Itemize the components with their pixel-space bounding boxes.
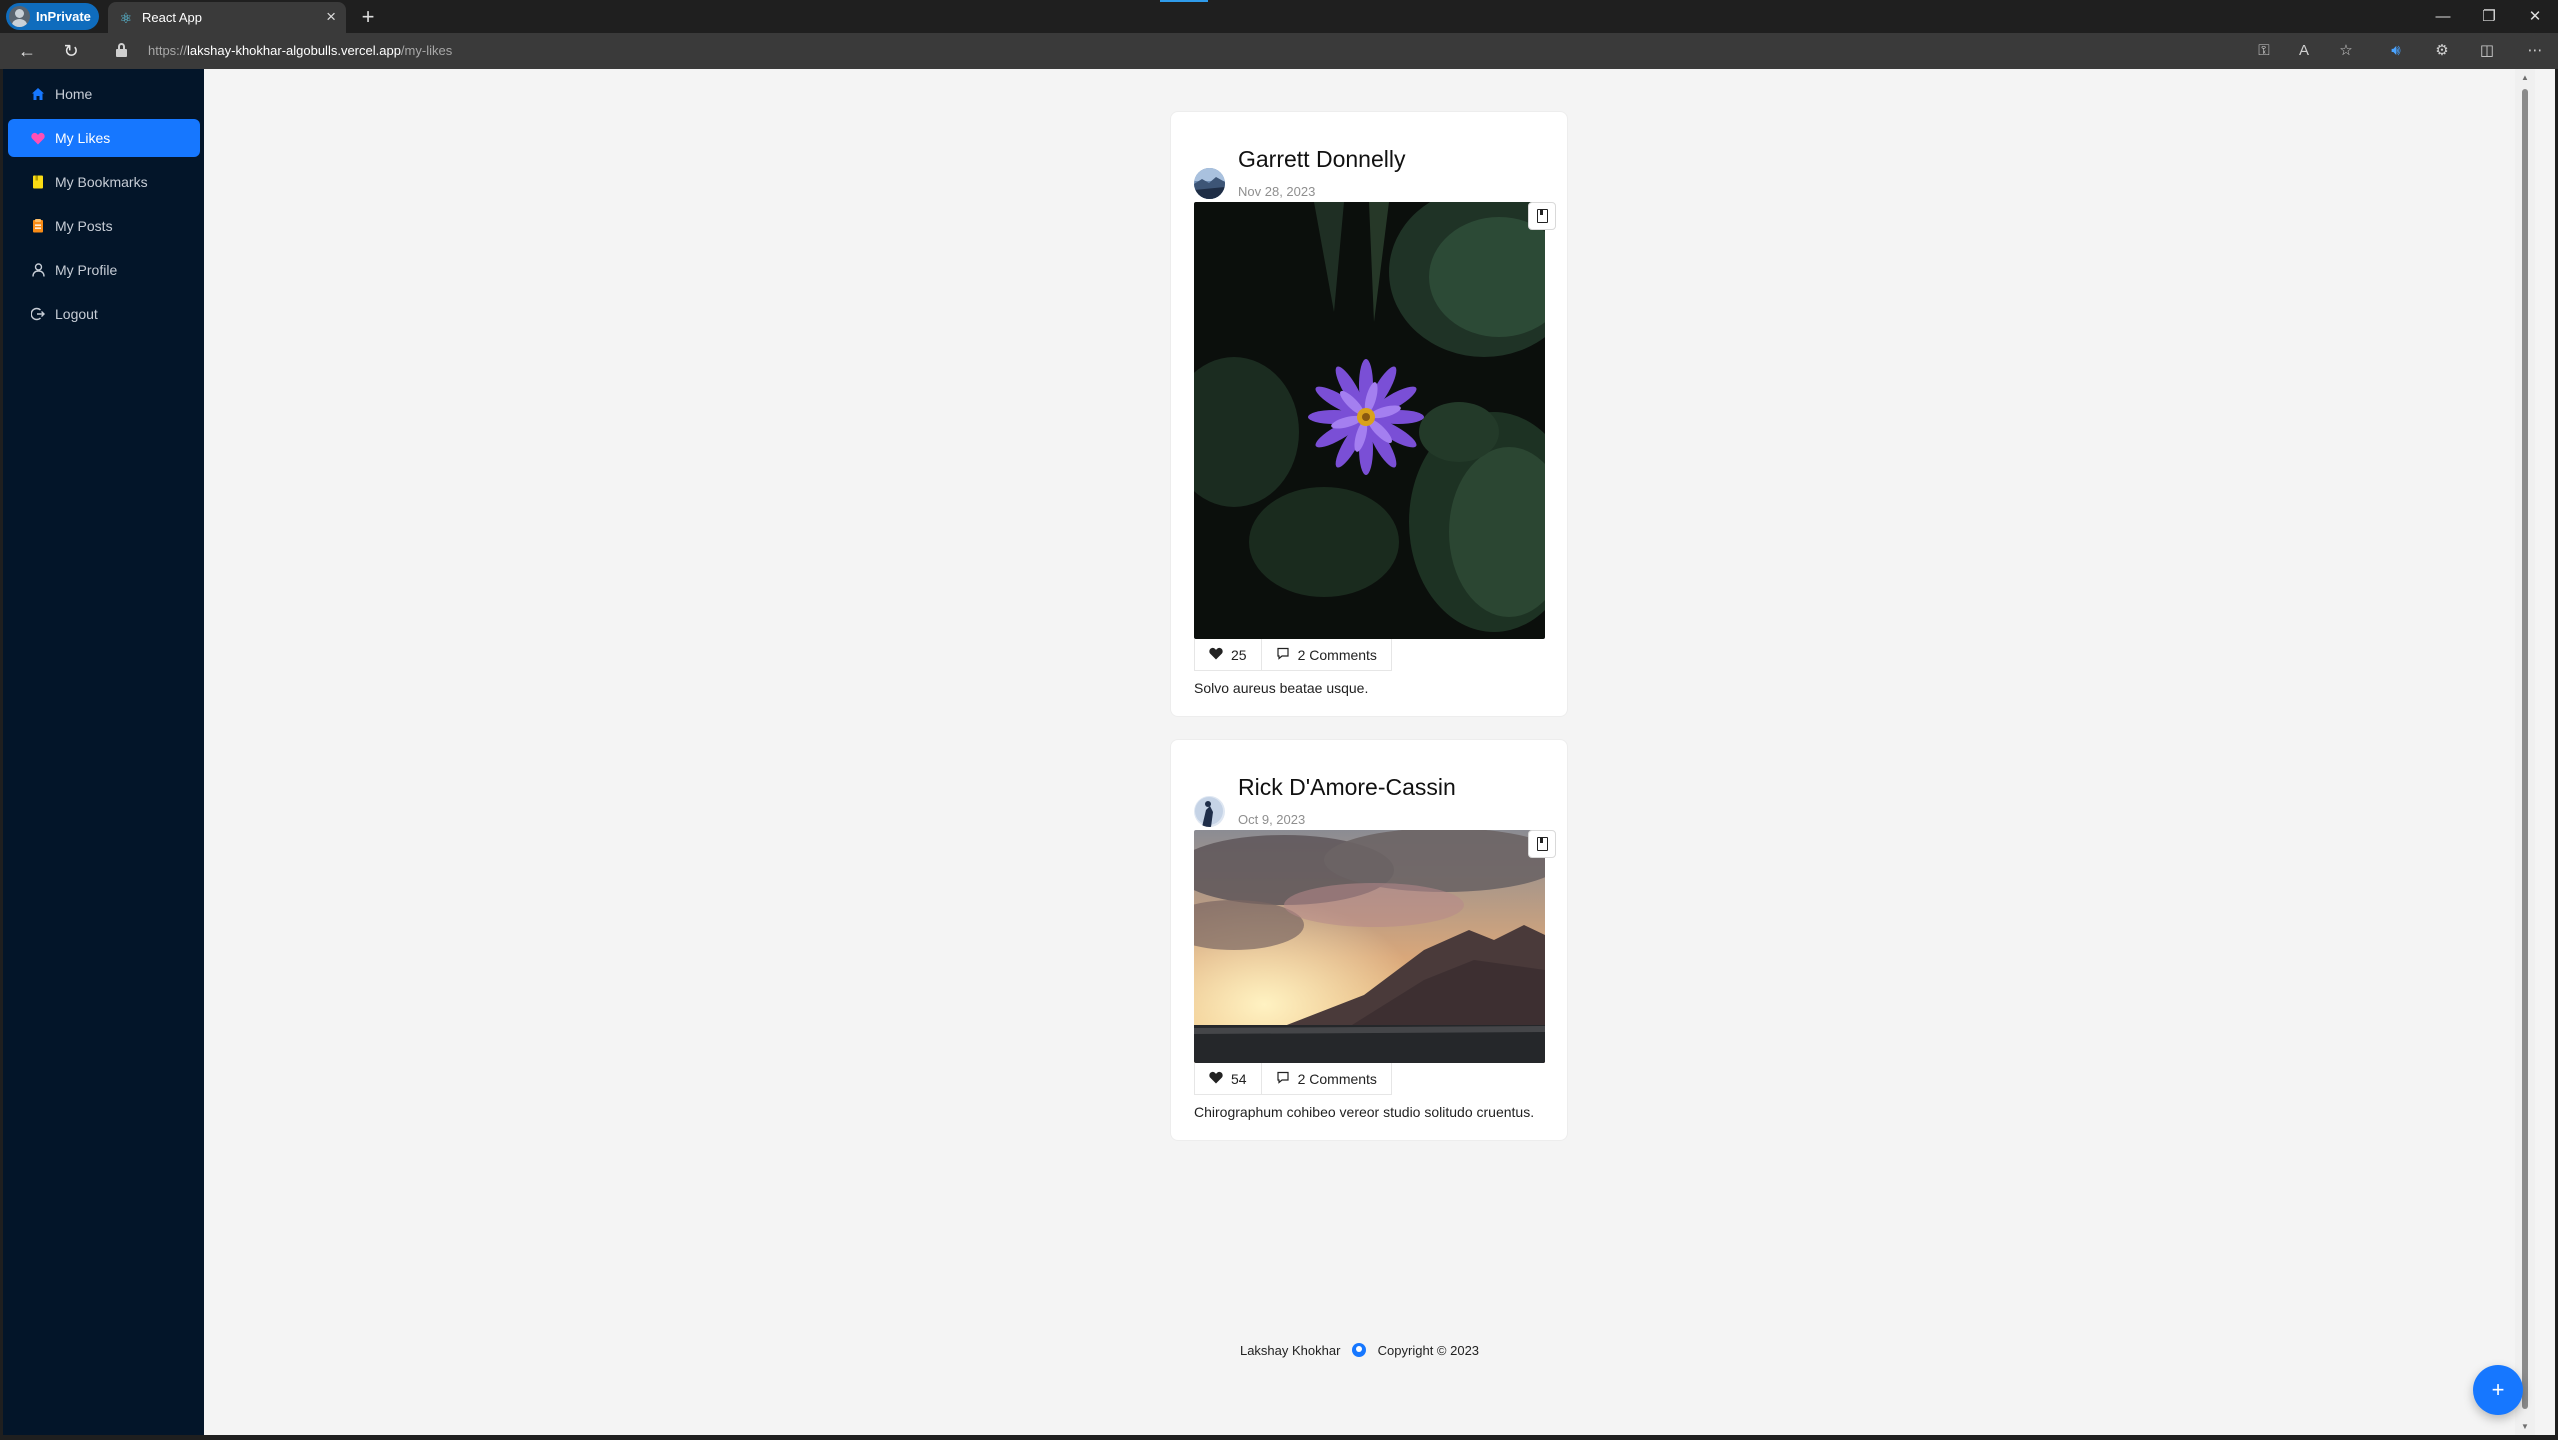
sidebar-item-label: Home [55,86,93,102]
page-viewport: Home My Likes My Bookmarks My Posts My P… [3,69,2555,1435]
post-header: Garrett Donnelly Nov 28, 2023 [1194,134,1556,230]
back-button[interactable]: ← [14,39,40,63]
tab-close-icon[interactable]: × [326,8,336,26]
home-icon [31,87,45,101]
post-card: Garrett Donnelly Nov 28, 2023 25 2 Comme… [1170,111,1568,717]
comment-icon [1276,647,1290,662]
bookmark-icon [1536,209,1548,223]
read-aloud-icon[interactable]: A [2292,39,2316,63]
post-image[interactable] [1194,202,1545,639]
like-button[interactable]: 25 [1194,639,1262,671]
sidebar-item-label: My Posts [55,218,113,234]
address-bar[interactable]: https://lakshay-khokhar-algobulls.vercel… [102,37,2252,65]
sidebar-item-label: My Likes [55,130,111,146]
main-content: Garrett Donnelly Nov 28, 2023 25 2 Comme… [204,69,2535,1435]
sidebar-item-my-profile[interactable]: My Profile [8,251,200,289]
post-caption: Chirographum cohibeo vereor studio solit… [1194,1104,1535,1120]
comment-count: 2 Comments [1297,646,1377,663]
post-header: Rick D'Amore-Cassin Oct 9, 2023 [1194,762,1556,858]
avatar [1194,168,1225,199]
sidebar-item-my-likes[interactable]: My Likes [8,119,200,157]
new-tab-button[interactable]: + [354,4,382,30]
liked-posts-feed: Garrett Donnelly Nov 28, 2023 25 2 Comme… [1170,111,1568,1163]
browser-toolbar: ← ↻ https://lakshay-khokhar-algobulls.ve… [0,33,2558,69]
comments-button[interactable]: 2 Comments [1261,639,1392,671]
close-window-button[interactable]: ✕ [2512,0,2558,33]
post-date: Oct 9, 2023 [1238,812,1306,827]
inprivate-label: InPrivate [36,9,91,24]
post-actions: 54 2 Comments [1194,1063,1544,1096]
comment-icon [1276,1071,1290,1086]
lock-icon [116,43,127,57]
comments-button[interactable]: 2 Comments [1261,1063,1392,1095]
favorite-star-icon[interactable]: ☆ [2334,39,2358,63]
page-footer: Lakshay Khokhar Copyright © 2023 [204,1343,2515,1358]
sidebar-item-my-posts[interactable]: My Posts [8,207,200,245]
post-date: Nov 28, 2023 [1238,184,1316,199]
password-key-icon[interactable]: ⚿ [2252,39,2276,63]
github-icon[interactable] [1352,1343,1367,1357]
like-count: 25 [1231,646,1247,663]
heart-icon [31,131,45,145]
post-image[interactable] [1194,830,1545,1063]
sidebar-item-label: My Bookmarks [55,174,148,190]
split-screen-icon[interactable]: ◫ [2475,39,2499,63]
post-author[interactable]: Garrett Donnelly [1238,146,1405,173]
bookmark-icon [1536,837,1548,851]
profile-avatar-icon [9,6,30,27]
scrollbar-thumb[interactable] [2522,89,2528,1409]
sidebar-item-home[interactable]: Home [8,75,200,113]
minimize-button[interactable]: — [2420,0,2466,33]
logout-icon [31,307,45,321]
drag-indicator [1160,0,1208,2]
bookmark-button[interactable] [1528,202,1556,230]
browser-tab[interactable]: ⚛ React App × [108,2,346,33]
extensions-icon[interactable]: ⚙ [2430,39,2454,63]
like-count: 54 [1231,1070,1247,1087]
post-caption: Solvo aureus beatae usque. [1194,680,1369,696]
post-card: Rick D'Amore-Cassin Oct 9, 2023 54 2 Com… [1170,739,1568,1141]
heart-filled-icon [1209,647,1223,662]
heart-filled-icon [1209,1071,1223,1086]
bookmark-icon [31,175,45,189]
avatar [1194,796,1225,827]
posts-icon [31,219,45,233]
react-favicon-icon: ⚛ [119,9,133,26]
create-post-button[interactable]: + [2473,1365,2523,1415]
restore-button[interactable]: ❐ [2466,0,2512,33]
post-actions: 25 2 Comments [1194,639,1544,672]
tab-title: React App [142,10,202,25]
bookmark-button[interactable] [1528,830,1556,858]
sidebar-item-label: My Profile [55,262,118,278]
footer-copyright: Copyright © 2023 [1377,1343,1480,1358]
sidebar-item-my-bookmarks[interactable]: My Bookmarks [8,163,200,201]
post-author[interactable]: Rick D'Amore-Cassin [1238,774,1456,801]
inprivate-badge[interactable]: InPrivate [6,3,99,30]
footer-author: Lakshay Khokhar [1239,1343,1341,1358]
page-scrollbar[interactable]: ▲ ▼ [2515,69,2535,1435]
user-icon [31,263,45,277]
speaker-icon[interactable]: 🔊︎ [2384,39,2408,63]
sidebar: Home My Likes My Bookmarks My Posts My P… [3,69,204,1435]
comment-count: 2 Comments [1297,1070,1377,1087]
browser-titlebar: InPrivate ⚛ React App × + — ❐ ✕ [0,0,2558,33]
sidebar-item-label: Logout [55,306,98,322]
url-text: https://lakshay-khokhar-algobulls.vercel… [148,43,453,58]
sidebar-item-logout[interactable]: Logout [8,295,200,333]
more-menu-icon[interactable]: ⋯ [2523,39,2547,63]
scroll-down-icon[interactable]: ▼ [2520,1422,2530,1431]
refresh-button[interactable]: ↻ [58,39,84,63]
scroll-up-icon[interactable]: ▲ [2520,73,2530,82]
like-button[interactable]: 54 [1194,1063,1262,1095]
